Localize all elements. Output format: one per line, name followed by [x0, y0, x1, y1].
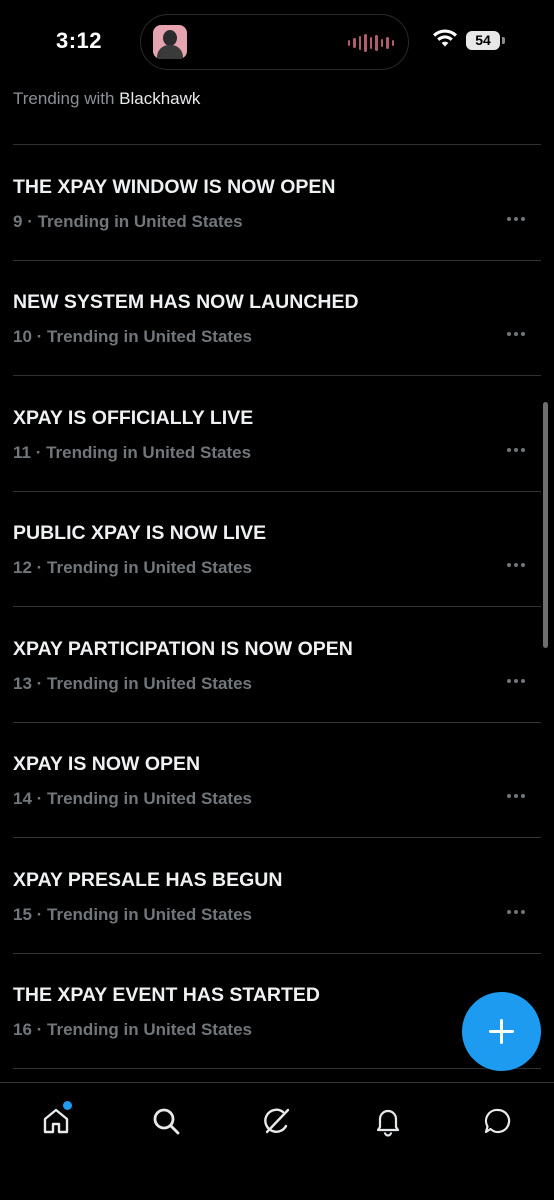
nav-home[interactable]: [36, 1101, 76, 1141]
trend-location: Trending in United States: [47, 558, 252, 577]
trend-item[interactable]: XPAY PARTICIPATION IS NOW OPEN 13 · Tren…: [0, 607, 554, 722]
trend-rank: 10: [13, 327, 32, 346]
wifi-icon: [433, 29, 457, 47]
battery-icon: 54: [466, 31, 500, 50]
more-options-icon[interactable]: [507, 448, 525, 452]
compose-post-button[interactable]: [462, 992, 541, 1071]
bell-icon: [376, 1109, 400, 1137]
more-options-icon[interactable]: [507, 332, 525, 336]
nav-messages[interactable]: [478, 1101, 518, 1141]
trend-item[interactable]: PUBLIC XPAY IS NOW LIVE 12 · Trending in…: [0, 491, 554, 606]
trend-location: Trending in United States: [46, 443, 252, 462]
scrollbar-thumb[interactable]: [543, 402, 548, 648]
trend-title: XPAY IS OFFICIALLY LIVE: [13, 407, 254, 429]
trend-item[interactable]: THE XPAY WINDOW IS NOW OPEN 9 · Trending…: [0, 145, 554, 260]
trend-location: Trending in United States: [47, 1020, 252, 1039]
trend-meta: 9 · Trending in United States: [13, 212, 243, 231]
trend-title: THE XPAY EVENT HAS STARTED: [13, 984, 321, 1006]
trend-title: PUBLIC XPAY IS NOW LIVE: [13, 522, 267, 544]
trend-location: Trending in United States: [37, 212, 243, 231]
trend-location: Trending in United States: [47, 905, 252, 924]
trend-rank: 13: [13, 674, 32, 693]
trend-rank: 9: [13, 212, 23, 231]
trend-item[interactable]: NEW SYSTEM HAS NOW LAUNCHED 10 · Trendin…: [0, 260, 554, 375]
status-bar: 3:12 54: [0, 0, 554, 84]
status-time: 3:12: [56, 28, 103, 53]
trend-location: Trending in United States: [47, 327, 252, 346]
trend-location: Trending in United States: [47, 789, 252, 808]
trend-meta: 14 · Trending in United States: [13, 789, 252, 808]
trend-item[interactable]: XPAY IS OFFICIALLY LIVE 11 · Trending in…: [0, 376, 554, 491]
more-options-icon[interactable]: [507, 563, 525, 567]
trend-title: NEW SYSTEM HAS NOW LAUNCHED: [13, 291, 359, 313]
trend-rank: 15: [13, 905, 32, 924]
plus-icon: [489, 1019, 514, 1044]
trend-meta: 13 · Trending in United States: [13, 674, 252, 693]
trend-location: Trending in United States: [47, 674, 252, 693]
home-badge-dot: [63, 1101, 72, 1110]
trending-with-row[interactable]: Trending with Blackhawk: [13, 89, 200, 109]
divider: [13, 1068, 541, 1069]
more-options-icon[interactable]: [507, 910, 525, 914]
more-options-icon[interactable]: [507, 794, 525, 798]
trend-title: XPAY IS NOW OPEN: [13, 753, 201, 775]
nav-search[interactable]: [146, 1101, 186, 1141]
trend-item[interactable]: XPAY PRESALE HAS BEGUN 15 · Trending in …: [0, 838, 554, 953]
trending-with-account[interactable]: Blackhawk: [119, 89, 200, 108]
trend-meta: 10 · Trending in United States: [13, 327, 252, 346]
trend-rank: 12: [13, 558, 32, 577]
audio-waveform-icon: [347, 33, 394, 53]
trend-title: XPAY PRESALE HAS BEGUN: [13, 869, 283, 891]
bottom-nav: [0, 1082, 554, 1200]
nav-grok[interactable]: [257, 1101, 297, 1141]
trend-meta: 15 · Trending in United States: [13, 905, 252, 924]
trend-title: XPAY PARTICIPATION IS NOW OPEN: [13, 638, 353, 660]
dynamic-island[interactable]: [140, 14, 409, 70]
messages-icon: [484, 1108, 511, 1134]
battery-nub: [502, 37, 505, 44]
search-icon: [153, 1108, 180, 1135]
trend-meta: 12 · Trending in United States: [13, 558, 252, 577]
trend-rank: 11: [13, 443, 31, 462]
more-options-icon[interactable]: [507, 217, 525, 221]
now-playing-avatar: [153, 25, 187, 59]
more-options-icon[interactable]: [507, 679, 525, 683]
trend-rank: 14: [13, 789, 32, 808]
trend-title: THE XPAY WINDOW IS NOW OPEN: [13, 176, 336, 198]
nav-notifications[interactable]: [368, 1101, 408, 1141]
trend-meta: 11 · Trending in United States: [13, 443, 252, 462]
trend-rank: 16: [13, 1020, 32, 1039]
trend-meta: 16 · Trending in United States: [13, 1020, 252, 1039]
trend-item[interactable]: XPAY IS NOW OPEN 14 · Trending in United…: [0, 722, 554, 837]
trending-with-prefix: Trending with: [13, 89, 115, 108]
grok-icon: [264, 1108, 290, 1134]
